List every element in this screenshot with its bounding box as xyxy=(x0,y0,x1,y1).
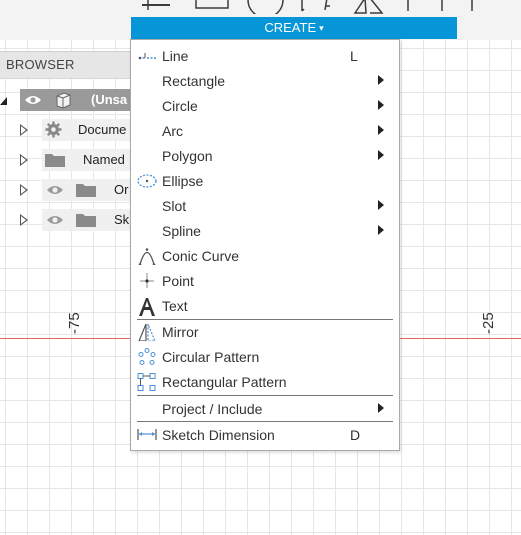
menu-item-label: Rectangular Pattern xyxy=(162,374,287,390)
menu-item-rectangular-pattern[interactable]: Rectangular Pattern xyxy=(131,369,399,394)
shortcut-key: L xyxy=(350,48,358,64)
browser-item-label: (Unsa xyxy=(91,92,128,107)
toolbar: CREATE ▾ xyxy=(0,0,521,40)
submenu-arrow-icon xyxy=(378,150,384,160)
ellipse-icon xyxy=(137,174,157,188)
rectangular-pattern-icon xyxy=(137,373,156,391)
submenu-arrow-icon xyxy=(378,100,384,110)
folder-icon xyxy=(45,154,65,167)
browser-header[interactable]: BROWSER xyxy=(0,51,130,79)
menu-item-label: Polygon xyxy=(162,148,213,164)
create-menu-button[interactable]: CREATE ▾ xyxy=(131,17,457,39)
menu-item-label: Rectangle xyxy=(162,73,226,89)
browser-item-sketches[interactable]: Sk xyxy=(0,207,132,233)
browser-item-label: Named xyxy=(83,152,125,167)
menu-item-spline[interactable]: Spline xyxy=(131,218,399,243)
conic-curve-icon xyxy=(138,248,156,265)
component-cube-icon xyxy=(56,92,71,109)
create-dropdown-menu: Line L Rectangle Circle Arc Polygon Elli… xyxy=(130,39,400,451)
menu-item-label: Arc xyxy=(162,123,183,139)
submenu-arrow-icon xyxy=(378,200,384,210)
expand-triangle-icon[interactable] xyxy=(20,184,28,196)
submenu-arrow-icon xyxy=(378,225,384,235)
line-icon xyxy=(138,53,156,60)
menu-item-line[interactable]: Line L xyxy=(131,43,399,68)
browser-item-origin[interactable]: Or xyxy=(0,177,132,203)
mirror-icon xyxy=(138,323,156,341)
eye-icon[interactable] xyxy=(46,214,64,226)
expand-triangle-icon[interactable] xyxy=(20,124,28,136)
eye-icon[interactable] xyxy=(24,94,42,106)
browser-item-label: Or xyxy=(114,182,129,197)
menu-item-label: Line xyxy=(162,48,189,64)
menu-item-label: Slot xyxy=(162,198,187,214)
menu-item-sketch-dimension[interactable]: Sketch Dimension D xyxy=(131,422,399,447)
menu-item-text[interactable]: Text xyxy=(131,293,399,318)
menu-item-label: Sketch Dimension xyxy=(162,427,275,443)
submenu-arrow-icon xyxy=(378,403,384,413)
menu-item-rectangle[interactable]: Rectangle xyxy=(131,68,399,93)
axis-label-right: -25 xyxy=(480,312,497,334)
menu-item-label: Text xyxy=(162,298,188,314)
collapse-triangle-icon[interactable] xyxy=(0,95,8,105)
eye-icon[interactable] xyxy=(46,184,64,196)
expand-triangle-icon[interactable] xyxy=(20,214,28,226)
folder-icon xyxy=(76,214,96,227)
menu-item-arc[interactable]: Arc xyxy=(131,118,399,143)
text-icon xyxy=(139,298,155,316)
submenu-arrow-icon xyxy=(378,125,384,135)
menu-item-label: Project / Include xyxy=(162,401,263,417)
menu-item-ellipse[interactable]: Ellipse xyxy=(131,168,399,193)
browser-item-label: Sk xyxy=(114,212,130,227)
menu-item-slot[interactable]: Slot xyxy=(131,193,399,218)
menu-item-circular-pattern[interactable]: Circular Pattern xyxy=(131,344,399,369)
browser-title: BROWSER xyxy=(6,57,75,72)
menu-item-polygon[interactable]: Polygon xyxy=(131,143,399,168)
submenu-arrow-icon xyxy=(378,75,384,85)
browser-item-named-views[interactable]: Named xyxy=(0,147,132,173)
menu-item-conic-curve[interactable]: Conic Curve xyxy=(131,243,399,268)
menu-item-mirror[interactable]: Mirror xyxy=(131,319,399,344)
menu-item-label: Ellipse xyxy=(162,173,204,189)
expand-triangle-icon[interactable] xyxy=(20,154,28,166)
circular-pattern-icon xyxy=(138,348,156,365)
shortcut-key: D xyxy=(350,427,361,443)
gear-icon xyxy=(45,121,62,138)
point-icon xyxy=(140,273,154,288)
menu-item-point[interactable]: Point xyxy=(131,268,399,293)
sketch-dimension-icon xyxy=(137,429,157,440)
browser-item-root[interactable]: (Unsa xyxy=(0,87,132,113)
browser-item-label: Docume xyxy=(78,122,127,137)
menu-item-label: Spline xyxy=(162,223,201,239)
create-label: CREATE xyxy=(264,20,317,35)
browser-item-document-settings[interactable]: Docume xyxy=(0,117,132,143)
menu-item-label: Circular Pattern xyxy=(162,349,260,365)
axis-label-left: -75 xyxy=(66,312,83,334)
folder-icon xyxy=(76,184,96,197)
menu-item-label: Circle xyxy=(162,98,198,114)
menu-item-label: Mirror xyxy=(162,324,199,340)
chevron-down-icon: ▾ xyxy=(319,23,324,33)
menu-item-label: Point xyxy=(162,273,194,289)
menu-item-label: Conic Curve xyxy=(162,248,240,264)
sketch-tool-icons[interactable] xyxy=(140,0,490,14)
menu-item-project-include[interactable]: Project / Include xyxy=(131,396,399,421)
menu-item-circle[interactable]: Circle xyxy=(131,93,399,118)
